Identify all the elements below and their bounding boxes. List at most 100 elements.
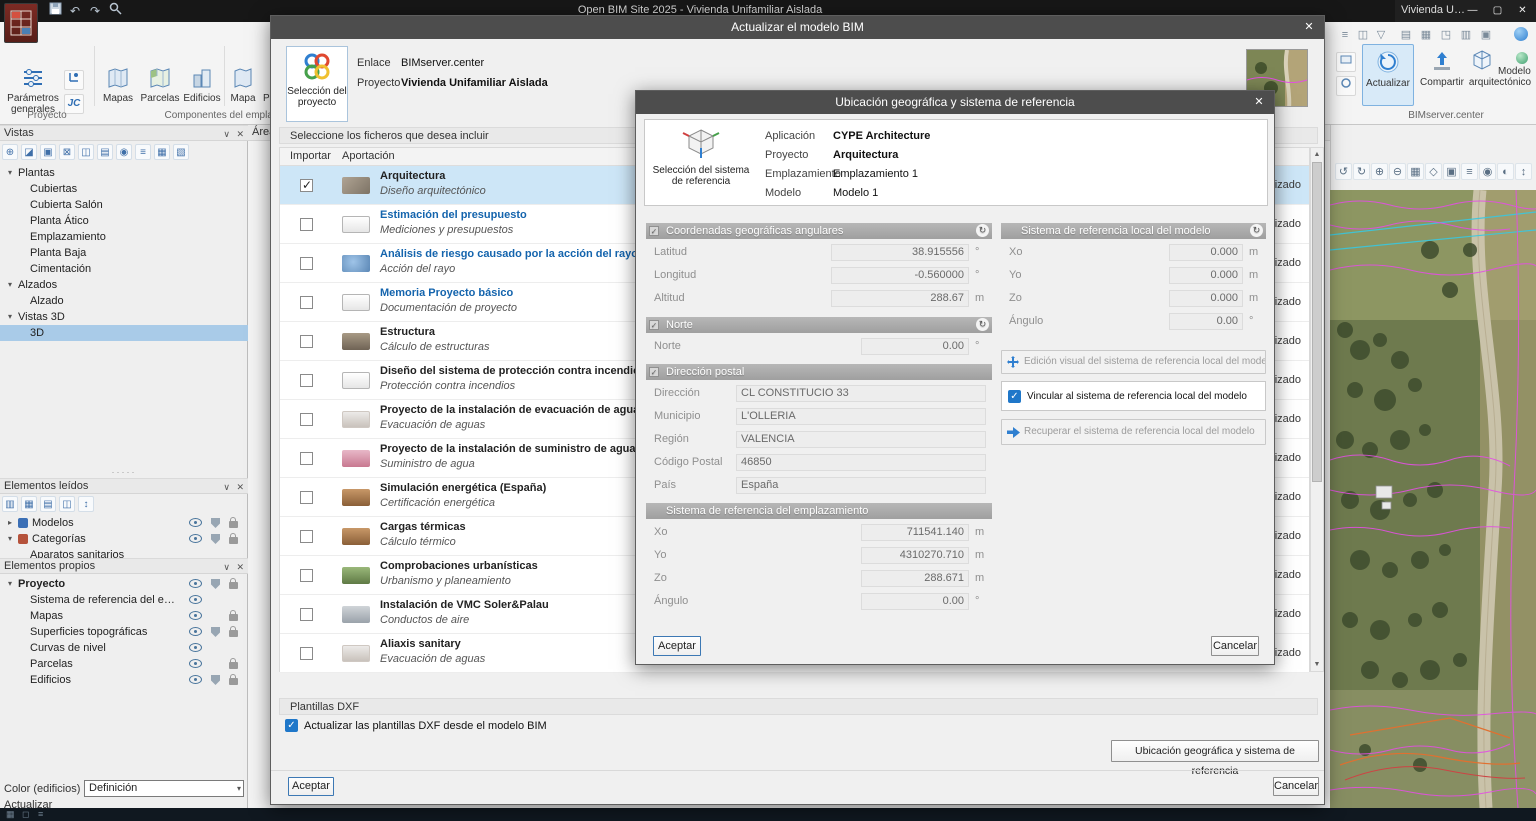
- scrollbar-thumb[interactable]: [1312, 162, 1322, 482]
- import-checkbox[interactable]: [300, 413, 313, 426]
- sync-settings-button[interactable]: [1336, 52, 1356, 72]
- save-icon[interactable]: [46, 2, 64, 20]
- menu-icon[interactable]: ≡: [1337, 27, 1353, 43]
- field-input[interactable]: 0.000: [1169, 244, 1243, 261]
- field-input[interactable]: 4310270.710: [861, 547, 969, 564]
- lock-icon[interactable]: [229, 674, 238, 685]
- print-icon[interactable]: ▦: [1418, 27, 1434, 43]
- import-checkbox[interactable]: [300, 569, 313, 582]
- sort-icon[interactable]: ↕: [78, 496, 94, 512]
- tree-item-cimentacion[interactable]: Cimentación: [0, 261, 248, 277]
- online-globe-icon[interactable]: [1514, 27, 1528, 41]
- field-input[interactable]: L'OLLERIA: [736, 408, 986, 425]
- visibility-eye-icon[interactable]: [189, 518, 202, 527]
- connection-button[interactable]: [1336, 76, 1356, 96]
- group-checkbox[interactable]: ✓: [649, 367, 659, 377]
- visibility-eye-icon[interactable]: [189, 659, 202, 668]
- elementos-propios-header[interactable]: Elementos propios ∨ ✕: [0, 558, 248, 574]
- import-checkbox[interactable]: [300, 178, 313, 192]
- tree-item-superficies[interactable]: Superficies topográficas: [0, 624, 248, 640]
- tree-item-emplazamiento[interactable]: Emplazamiento: [0, 229, 248, 245]
- close-icon[interactable]: ✕: [1244, 91, 1274, 114]
- shield-icon[interactable]: [211, 675, 220, 685]
- modelo-arquitectonico-button[interactable]: Modelo arquitectónico: [1468, 44, 1532, 106]
- close-panel-icon[interactable]: ✕: [236, 127, 244, 142]
- fit-view-icon[interactable]: ↕: [1515, 163, 1532, 180]
- edit-view-icon[interactable]: ◪: [21, 144, 37, 160]
- target-view-icon[interactable]: ◉: [116, 144, 132, 160]
- import-checkbox[interactable]: [300, 608, 313, 621]
- close-panel-icon[interactable]: ✕: [236, 560, 244, 575]
- mapas-button[interactable]: Mapas: [98, 66, 138, 104]
- layout-icon[interactable]: ◫: [1355, 27, 1371, 43]
- rotate-left-icon[interactable]: ↺: [1335, 163, 1352, 180]
- parametros-generales-button[interactable]: Parámetros generales: [6, 66, 60, 115]
- close-button[interactable]: ✕: [1511, 0, 1534, 22]
- add-view-icon[interactable]: ⊕: [2, 144, 18, 160]
- edificios-button[interactable]: Edificios: [182, 66, 222, 104]
- box-view-icon[interactable]: ▣: [1443, 163, 1460, 180]
- seleccion-proyecto-tile[interactable]: Selección del proyecto: [286, 46, 348, 122]
- field-input[interactable]: VALENCIA: [736, 431, 986, 448]
- layers-icon[interactable]: ≡: [1461, 163, 1478, 180]
- refresh-icon[interactable]: ↻: [976, 318, 989, 331]
- tree-item-modelos[interactable]: ▸ Modelos: [0, 515, 248, 531]
- list-icon[interactable]: ▥: [1458, 27, 1474, 43]
- collapse-panel-icon[interactable]: ∨: [223, 127, 230, 142]
- lock-icon[interactable]: [229, 578, 238, 589]
- delete-view-icon[interactable]: ⊠: [59, 144, 75, 160]
- dxf-checkbox[interactable]: ✓: [285, 719, 298, 732]
- duplicate-view-icon[interactable]: ▣: [40, 144, 56, 160]
- visibility-eye-icon[interactable]: [189, 611, 202, 620]
- redo-icon[interactable]: ↷: [86, 2, 104, 20]
- grid-icon[interactable]: ▦: [1407, 163, 1424, 180]
- import-checkbox[interactable]: [300, 218, 313, 231]
- group-checkbox[interactable]: ✓: [649, 320, 659, 330]
- actualizar-button[interactable]: Actualizar: [1362, 44, 1414, 106]
- aceptar-button[interactable]: Aceptar: [653, 636, 701, 656]
- chevron-down-icon[interactable]: ▾: [4, 277, 16, 293]
- visibility-eye-icon[interactable]: [189, 595, 202, 604]
- shield-icon[interactable]: [211, 518, 220, 528]
- columns-mode-icon[interactable]: ◫: [59, 496, 75, 512]
- collapse-panel-icon[interactable]: ∨: [223, 480, 230, 495]
- field-input[interactable]: 0.000: [1169, 290, 1243, 307]
- zoom-in-icon[interactable]: ⊕: [1371, 163, 1388, 180]
- field-input[interactable]: 288.67: [831, 290, 969, 307]
- chevron-down-icon[interactable]: ▾: [4, 576, 16, 592]
- home-icon[interactable]: ▦: [6, 809, 15, 820]
- parcelas-button[interactable]: Parcelas: [140, 66, 180, 104]
- windows-icon[interactable]: ◳: [1438, 27, 1454, 43]
- vistas-panel-header[interactable]: Vistas ∨ ✕: [0, 125, 248, 141]
- tree-item-planta-baja[interactable]: Planta Baja: [0, 245, 248, 261]
- tree-item-cubiertas[interactable]: Cubiertas: [0, 181, 248, 197]
- import-checkbox[interactable]: [300, 530, 313, 543]
- dialog-titlebar[interactable]: Ubicación geográfica y sistema de refere…: [636, 91, 1274, 114]
- tree-item-parcelas[interactable]: Parcelas: [0, 656, 248, 672]
- elementos-leidos-header[interactable]: Elementos leídos ∨ ✕: [0, 478, 248, 494]
- expand-all-icon[interactable]: ▥: [2, 496, 18, 512]
- tree-item-proyecto[interactable]: ▾ Proyecto: [0, 576, 248, 592]
- color-definition-select[interactable]: Definición ▾: [84, 780, 244, 797]
- lock-icon[interactable]: [229, 626, 238, 637]
- edicion-visual-button[interactable]: Edición visual del sistema de referencia…: [1001, 350, 1266, 374]
- tree-item-planta-atico[interactable]: Planta Ático: [0, 213, 248, 229]
- aceptar-button[interactable]: Aceptar: [288, 777, 334, 796]
- zoom-out-icon[interactable]: ⊖: [1389, 163, 1406, 180]
- filter-icon[interactable]: ▽: [1373, 27, 1389, 43]
- elevation-view-icon[interactable]: ◫: [78, 144, 94, 160]
- tree-group-alzados[interactable]: ▾ Alzados: [0, 277, 248, 293]
- import-checkbox[interactable]: [300, 335, 313, 348]
- contrast-icon[interactable]: ◐: [1497, 163, 1514, 180]
- map-viewport[interactable]: [1330, 190, 1536, 808]
- capture-icon[interactable]: ▤: [1398, 27, 1414, 43]
- minimize-button[interactable]: —: [1461, 0, 1484, 22]
- chevron-down-icon[interactable]: ▾: [4, 531, 16, 547]
- tree-item-curvas[interactable]: Curvas de nivel: [0, 640, 248, 656]
- group-checkbox[interactable]: ✓: [649, 226, 659, 236]
- visibility-eye-icon[interactable]: [189, 579, 202, 588]
- grid-icon[interactable]: ▣: [1478, 27, 1494, 43]
- tree-item-sistema-referencia[interactable]: Sistema de referencia del emplazamiento: [0, 592, 248, 608]
- ubicacion-geografica-button[interactable]: Ubicación geográfica y sistema de refere…: [1111, 740, 1319, 777]
- scroll-down-icon[interactable]: ▼: [1311, 658, 1323, 671]
